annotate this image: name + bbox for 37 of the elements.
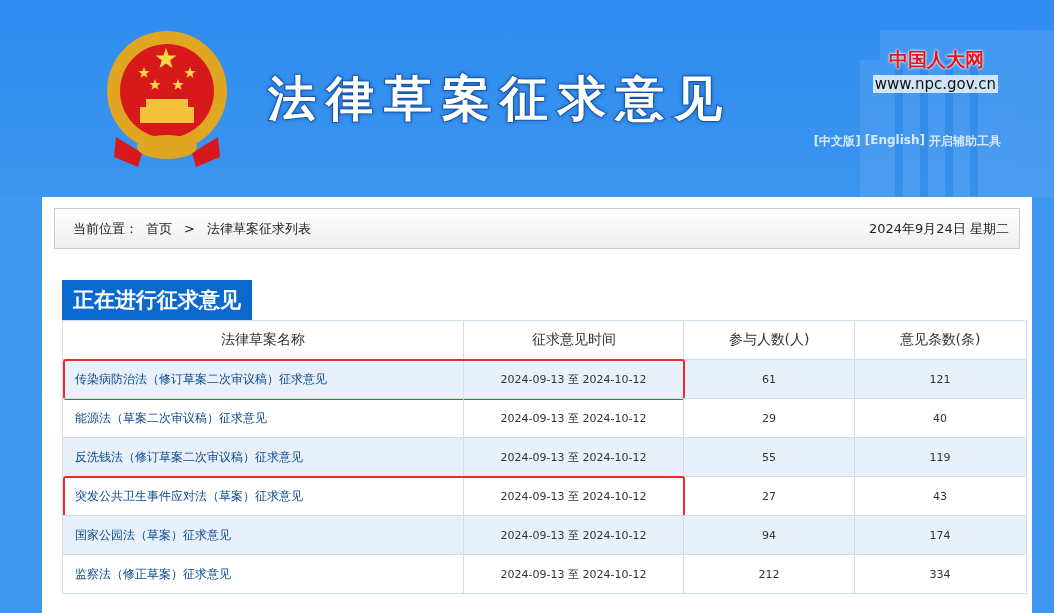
comments-cell: 121 xyxy=(854,359,1025,398)
draft-link[interactable]: 能源法（草案二次审议稿）征求意见 xyxy=(63,398,463,437)
column-header: 意见条数(条) xyxy=(854,320,1025,359)
draft-link[interactable]: 传染病防治法（修订草案二次审议稿）征求意见 xyxy=(63,359,463,398)
comments-cell: 174 xyxy=(854,515,1025,554)
comments-cell: 334 xyxy=(854,554,1025,593)
draft-link[interactable]: 监察法（修正草案）征求意见 xyxy=(63,554,463,593)
column-header: 征求意见时间 xyxy=(463,320,683,359)
column-header: 参与人数(人) xyxy=(683,320,854,359)
period-cell: 2024-09-13 至 2024-10-12 xyxy=(463,515,683,554)
period-cell: 2024-09-13 至 2024-10-12 xyxy=(463,359,683,398)
site-logo-text: 中国人大网 xyxy=(889,47,984,72)
draft-link[interactable]: 国家公园法（草案）征求意见 xyxy=(63,515,463,554)
period-cell: 2024-09-13 至 2024-10-12 xyxy=(463,398,683,437)
comments-cell: 119 xyxy=(854,437,1025,476)
participants-cell: 212 xyxy=(683,554,854,593)
breadcrumb-link[interactable]: 法律草案征求列表 xyxy=(206,219,311,238)
breadcrumb-separator: > xyxy=(184,221,195,236)
comments-cell: 43 xyxy=(854,476,1025,515)
site-url: www.npc.gov.cn xyxy=(872,75,998,93)
column-header: 法律草案名称 xyxy=(63,320,463,359)
participants-cell: 55 xyxy=(683,437,854,476)
section-title: 正在进行征求意见 xyxy=(62,280,252,320)
breadcrumb-link[interactable]: 首页 xyxy=(146,219,172,238)
participants-cell: 29 xyxy=(683,398,854,437)
participants-cell: 27 xyxy=(683,476,854,515)
page-title: 法律草案征求意见 xyxy=(268,68,732,128)
participants-cell: 61 xyxy=(683,359,854,398)
comments-cell: 40 xyxy=(854,398,1025,437)
period-cell: 2024-09-13 至 2024-10-12 xyxy=(463,437,683,476)
period-cell: 2024-09-13 至 2024-10-12 xyxy=(463,476,683,515)
draft-link[interactable]: 反洗钱法（修订草案二次审议稿）征求意见 xyxy=(63,437,463,476)
period-cell: 2024-09-13 至 2024-10-12 xyxy=(463,554,683,593)
current-date: 2024年9月24日 星期二 xyxy=(868,219,1009,238)
draft-link[interactable]: 突发公共卫生事件应对法（草案）征求意见 xyxy=(63,476,463,515)
participants-cell: 94 xyxy=(683,515,854,554)
breadcrumb-label: 当前位置： xyxy=(73,219,138,238)
